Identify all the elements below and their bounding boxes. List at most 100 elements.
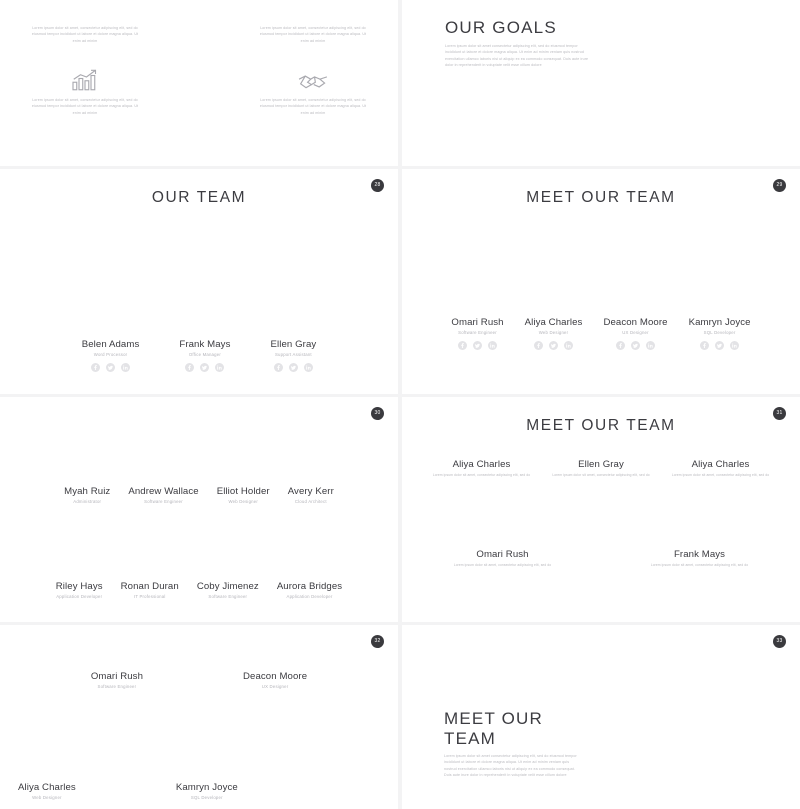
member-name: Andrew Wallace bbox=[128, 486, 199, 497]
team-member-card[interactable]: Aliya Charles Web Designer bbox=[18, 782, 76, 800]
social-links bbox=[82, 362, 140, 372]
feature-body-bottom-left: Lorem ipsum dolor sit amet, consectetur … bbox=[31, 98, 139, 115]
member-name: Deacon Moore bbox=[603, 317, 668, 328]
twitter-icon[interactable] bbox=[288, 362, 298, 372]
team-member-row: Omari Rush Software Engineer Aliya Charl… bbox=[402, 317, 800, 350]
team-member-card[interactable]: Aliya Charles Lorem ipsum dolor sit amet… bbox=[663, 459, 778, 479]
member-name: Myah Ruiz bbox=[64, 486, 111, 497]
team-member-card[interactable]: Aurora Bridges Application Developer bbox=[277, 581, 342, 599]
linkedin-icon[interactable] bbox=[303, 362, 313, 372]
slide-body-text: Lorem ipsum dolor sit amet consectetur a… bbox=[445, 44, 589, 67]
linkedin-icon[interactable] bbox=[730, 340, 740, 350]
slide-thumbnail-our-team[interactable]: 28 OUR TEAM Belen Adams Word Processor F… bbox=[0, 169, 398, 394]
team-member-card[interactable]: Belen Adams Word Processor bbox=[82, 339, 140, 372]
twitter-icon[interactable] bbox=[715, 340, 725, 350]
team-member-card[interactable]: Ellen Gray Lorem ipsum dolor sit amet, c… bbox=[544, 459, 659, 479]
feature-icon-placeholder-top-left bbox=[30, 0, 140, 20]
twitter-icon[interactable] bbox=[549, 340, 559, 350]
team-member-card[interactable]: Omari Rush Software Engineer bbox=[451, 317, 504, 350]
feature-column-bottom-left: Lorem ipsum dolor sit amet, consectetur … bbox=[30, 58, 140, 116]
team-member-card[interactable]: Frank Mays Office Manager bbox=[179, 339, 230, 372]
member-role: UX Designer bbox=[622, 329, 649, 335]
slide-thumbnail-meet-our-team-cards[interactable]: 31 MEET OUR TEAM Aliya Charles Lorem ips… bbox=[402, 397, 800, 622]
team-member-card[interactable]: Frank Mays Lorem ipsum dolor sit amet, c… bbox=[642, 549, 757, 569]
slide-thumbnail-meet-our-team-intro[interactable]: 33 MEET OUR TEAM Lorem ipsum dolor sit a… bbox=[402, 625, 800, 809]
team-card-row-one: Aliya Charles Lorem ipsum dolor sit amet… bbox=[402, 459, 800, 479]
team-member-card[interactable]: Deacon Moore UX Designer bbox=[243, 671, 307, 689]
member-name: Riley Hays bbox=[55, 581, 103, 592]
linkedin-icon[interactable] bbox=[564, 340, 574, 350]
our-goals-content: OUR GOALS Lorem ipsum dolor sit amet con… bbox=[445, 18, 595, 68]
feature-body-bottom-right: Lorem ipsum dolor sit amet, consectetur … bbox=[259, 98, 367, 115]
page-number-badge: 31 bbox=[773, 407, 786, 420]
team-member-card[interactable]: Coby Jimenez Software Engineer bbox=[197, 581, 259, 599]
feature-column-top-right: Lorem ipsum dolor sit amet, consectetur … bbox=[258, 0, 368, 44]
team-member-card[interactable]: Avery Kerr Cloud Architect bbox=[288, 486, 334, 504]
page-number-badge: 29 bbox=[773, 179, 786, 192]
feature-column-top-left: Lorem ipsum dolor sit amet, consectetur … bbox=[30, 0, 140, 44]
member-name: Ronan Duran bbox=[120, 581, 179, 592]
team-member-card[interactable]: Myah Ruiz Administrator bbox=[64, 486, 110, 504]
member-body: Lorem ipsum dolor sit amet, consectetur … bbox=[453, 563, 552, 567]
member-name: Aliya Charles bbox=[691, 459, 750, 470]
feature-icon-placeholder-top-right bbox=[258, 0, 368, 20]
facebook-icon[interactable] bbox=[458, 340, 468, 350]
team-member-row-one: Omari Rush Software Engineer Deacon Moor… bbox=[0, 671, 398, 689]
member-body: Lorem ipsum dolor sit amet, consectetur … bbox=[650, 563, 749, 567]
team-member-card[interactable]: Riley Hays Application Developer bbox=[56, 581, 103, 599]
facebook-icon[interactable] bbox=[91, 362, 101, 372]
bar-chart-growth-icon bbox=[30, 58, 140, 92]
team-member-card[interactable]: Omari Rush Software Engineer bbox=[91, 671, 143, 689]
slide-thumbnail-our-goals[interactable]: OUR GOALS Lorem ipsum dolor sit amet con… bbox=[402, 0, 800, 166]
social-links bbox=[270, 362, 316, 372]
page-number-badge: 33 bbox=[773, 635, 786, 648]
team-member-card[interactable]: Deacon Moore UX Designer bbox=[603, 317, 667, 350]
member-role: Cloud Architect bbox=[294, 498, 327, 504]
member-name: Belen Adams bbox=[81, 339, 140, 350]
team-member-card[interactable]: Elliot Holder Web Designer bbox=[217, 486, 270, 504]
member-role: IT Professional bbox=[133, 593, 166, 599]
team-member-card[interactable]: Kamryn Joyce SQL Developer bbox=[689, 317, 751, 350]
team-member-card[interactable]: Kamryn Joyce SQL Developer bbox=[176, 782, 238, 800]
facebook-icon[interactable] bbox=[616, 340, 625, 350]
facebook-icon[interactable] bbox=[185, 362, 195, 372]
feature-body-top-left: Lorem ipsum dolor sit amet, consectetur … bbox=[31, 26, 139, 43]
team-member-card[interactable]: Omari Rush Lorem ipsum dolor sit amet, c… bbox=[445, 549, 560, 569]
facebook-icon[interactable] bbox=[273, 362, 283, 372]
member-role: Web Designer bbox=[228, 498, 258, 504]
team-member-card[interactable]: Aliya Charles Lorem ipsum dolor sit amet… bbox=[424, 459, 539, 479]
slide-thumbnail-team-quad[interactable]: 32 Omari Rush Software Engineer Deacon M… bbox=[0, 625, 398, 809]
facebook-icon[interactable] bbox=[700, 340, 710, 350]
slide-thumbnail-meet-our-team-four[interactable]: 29 MEET OUR TEAM Omari Rush Software Eng… bbox=[402, 169, 800, 394]
slide-thumbnail-features[interactable]: Lorem ipsum dolor sit amet, consectetur … bbox=[0, 0, 398, 166]
member-name: Deacon Moore bbox=[243, 671, 308, 682]
linkedin-icon[interactable] bbox=[215, 362, 225, 372]
feature-column-bottom-right: Lorem ipsum dolor sit amet, consectetur … bbox=[258, 58, 368, 116]
member-role: SQL Developer bbox=[703, 329, 736, 335]
twitter-icon[interactable] bbox=[200, 362, 210, 372]
member-name: Aliya Charles bbox=[18, 782, 76, 793]
twitter-icon[interactable] bbox=[631, 340, 640, 350]
team-member-card[interactable]: Andrew Wallace Software Engineer bbox=[128, 486, 198, 504]
linkedin-icon[interactable] bbox=[646, 340, 655, 350]
slide-title: MEET OUR TEAM bbox=[526, 189, 676, 206]
member-role: SQL Developer bbox=[190, 794, 223, 800]
member-body: Lorem ipsum dolor sit amet, consectetur … bbox=[671, 473, 770, 477]
team-member-card[interactable]: Ronan Duran IT Professional bbox=[121, 581, 179, 599]
team-member-card[interactable]: Ellen Gray Support Assistant bbox=[270, 339, 316, 372]
team-member-row-two: Aliya Charles Web Designer Kamryn Joyce … bbox=[0, 782, 398, 800]
facebook-icon[interactable] bbox=[534, 340, 544, 350]
twitter-icon[interactable] bbox=[106, 362, 116, 372]
meet-our-team-intro-content: MEET OUR TEAM Lorem ipsum dolor sit amet… bbox=[444, 709, 581, 778]
feature-body-top-right: Lorem ipsum dolor sit amet, consectetur … bbox=[259, 26, 367, 43]
team-member-card[interactable]: Aliya Charles Web Designer bbox=[525, 317, 583, 350]
page-number-badge: 28 bbox=[371, 179, 384, 192]
linkedin-icon[interactable] bbox=[488, 340, 498, 350]
twitter-icon[interactable] bbox=[473, 340, 483, 350]
member-role: Software Engineer bbox=[208, 593, 248, 599]
linkedin-icon[interactable] bbox=[121, 362, 131, 372]
member-name: Omari Rush bbox=[476, 549, 529, 560]
slide-thumbnail-team-eight[interactable]: 30 Myah Ruiz Administrator Andrew Wallac… bbox=[0, 397, 398, 622]
member-name: Omari Rush bbox=[451, 317, 504, 328]
member-role: Software Engineer bbox=[97, 683, 137, 689]
